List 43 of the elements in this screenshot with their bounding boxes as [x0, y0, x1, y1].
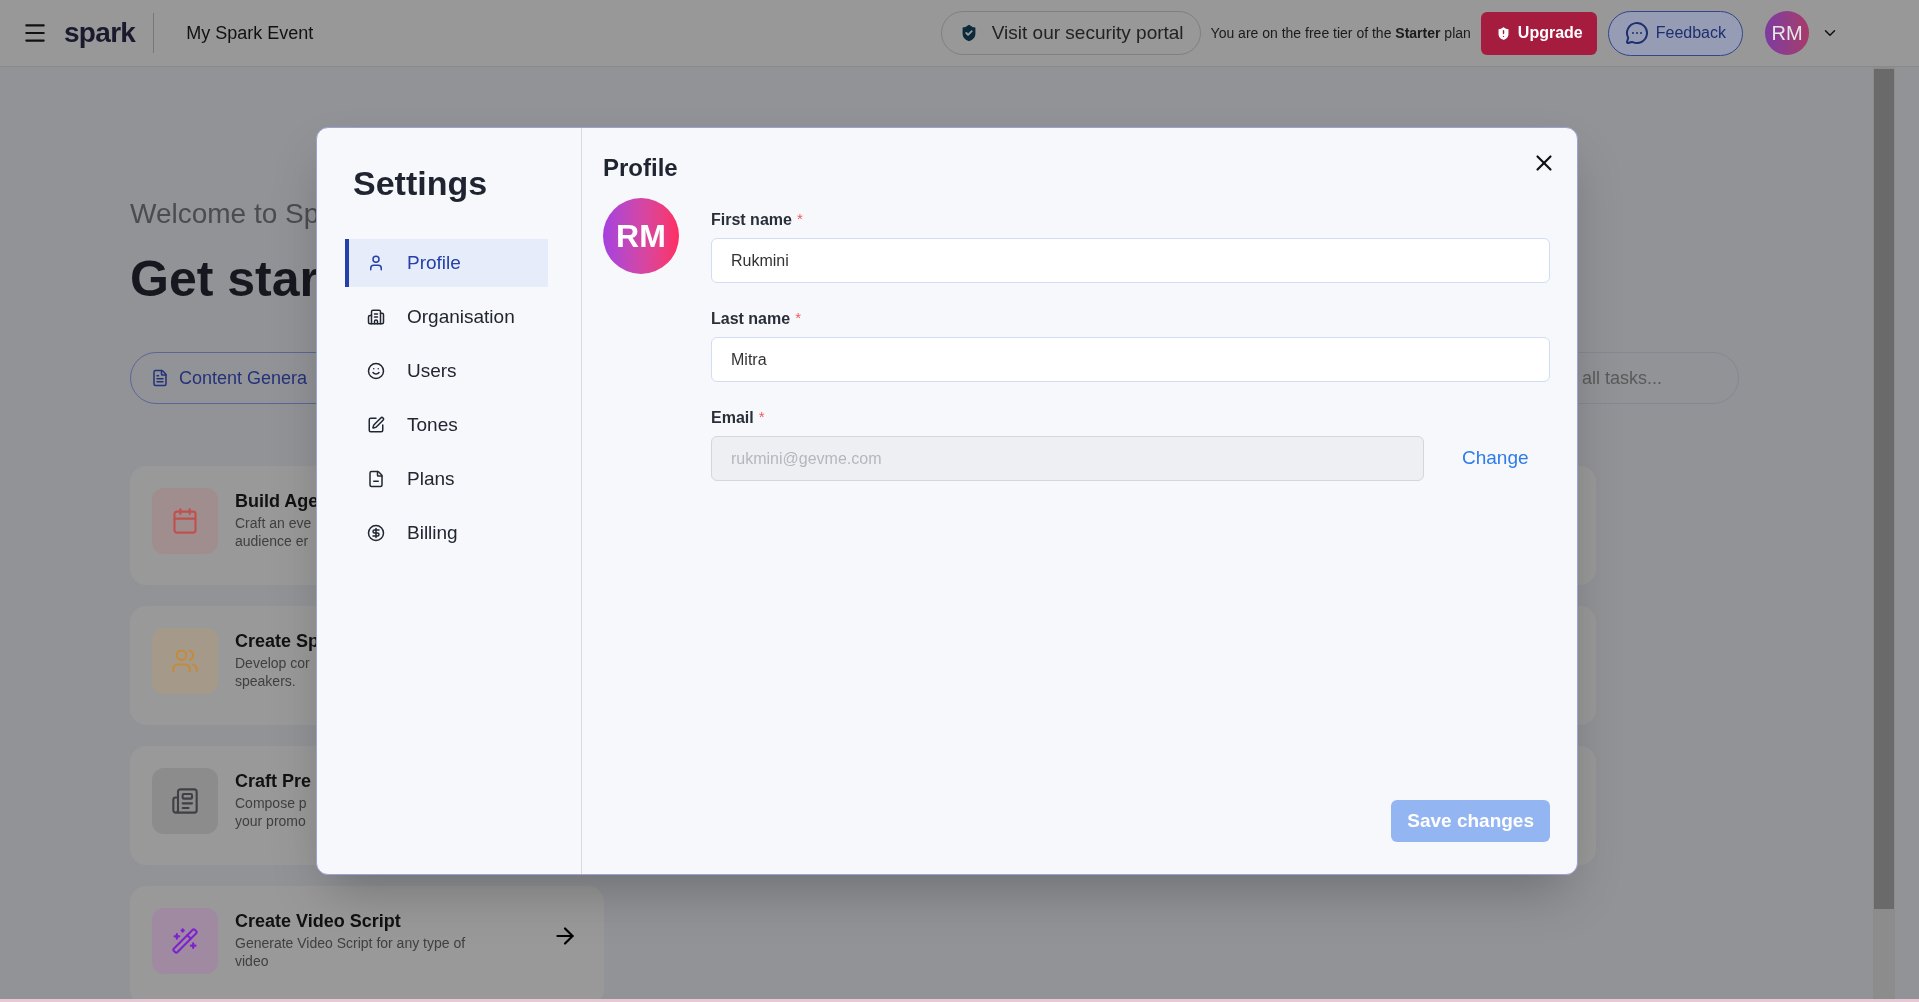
card-title: Create Video Script: [235, 910, 401, 933]
card-description: speakers.: [235, 672, 296, 690]
card-description: your promo: [235, 812, 306, 830]
settings-nav-item[interactable]: Profile: [345, 239, 548, 287]
card-title: Craft Pre: [235, 770, 312, 793]
card-description: Develop cor: [235, 654, 310, 672]
plan-note: You are on the free tier of the Starter plan: [1210, 23, 1471, 43]
card-description: Compose p: [235, 794, 307, 812]
face-icon: [367, 362, 385, 380]
event-name[interactable]: My Spark Event: [186, 19, 314, 47]
card-description: Generate Video Script for any type of: [235, 934, 466, 952]
upgrade-button[interactable]: Upgrade: [1480, 11, 1597, 55]
feedback-button[interactable]: Feedback: [1607, 10, 1743, 56]
settings-nav-item[interactable]: Plans: [345, 455, 548, 503]
settings-title: Settings: [353, 163, 489, 204]
required-mark: *: [758, 407, 765, 427]
settings-nav-item[interactable]: Billing: [345, 509, 548, 557]
card-description: audience er: [235, 532, 309, 550]
text-field[interactable]: Mitra: [711, 337, 1550, 382]
edit-icon: [367, 416, 385, 434]
field-label: Email: [711, 408, 754, 428]
user-avatar[interactable]: RM: [1765, 11, 1809, 55]
building-icon: [367, 308, 385, 326]
text-field[interactable]: Rukmini: [711, 238, 1550, 283]
chat-icon: [1624, 21, 1649, 45]
document-icon: [151, 369, 169, 387]
field-label: Last name: [711, 309, 791, 329]
required-mark: *: [796, 209, 803, 229]
card-description: video: [235, 952, 269, 970]
page-heading: Get star: [130, 250, 319, 309]
settings-nav-item[interactable]: Organisation: [345, 293, 548, 341]
section-title: Profile: [603, 153, 678, 183]
task-card[interactable]: Create Video Script Generate Video Script for any type of video: [130, 886, 604, 1002]
document-icon: [367, 470, 385, 488]
logo[interactable]: spark: [64, 12, 136, 54]
field-label: First name: [711, 210, 792, 230]
dollar-icon: [367, 524, 385, 542]
settings-nav-item[interactable]: Tones: [345, 401, 548, 449]
user-icon: [367, 254, 385, 272]
card-description: Craft an eve: [235, 514, 312, 532]
card-title: Build Age: [235, 490, 319, 513]
required-mark: *: [795, 308, 801, 328]
profile-avatar[interactable]: RM: [603, 198, 679, 274]
